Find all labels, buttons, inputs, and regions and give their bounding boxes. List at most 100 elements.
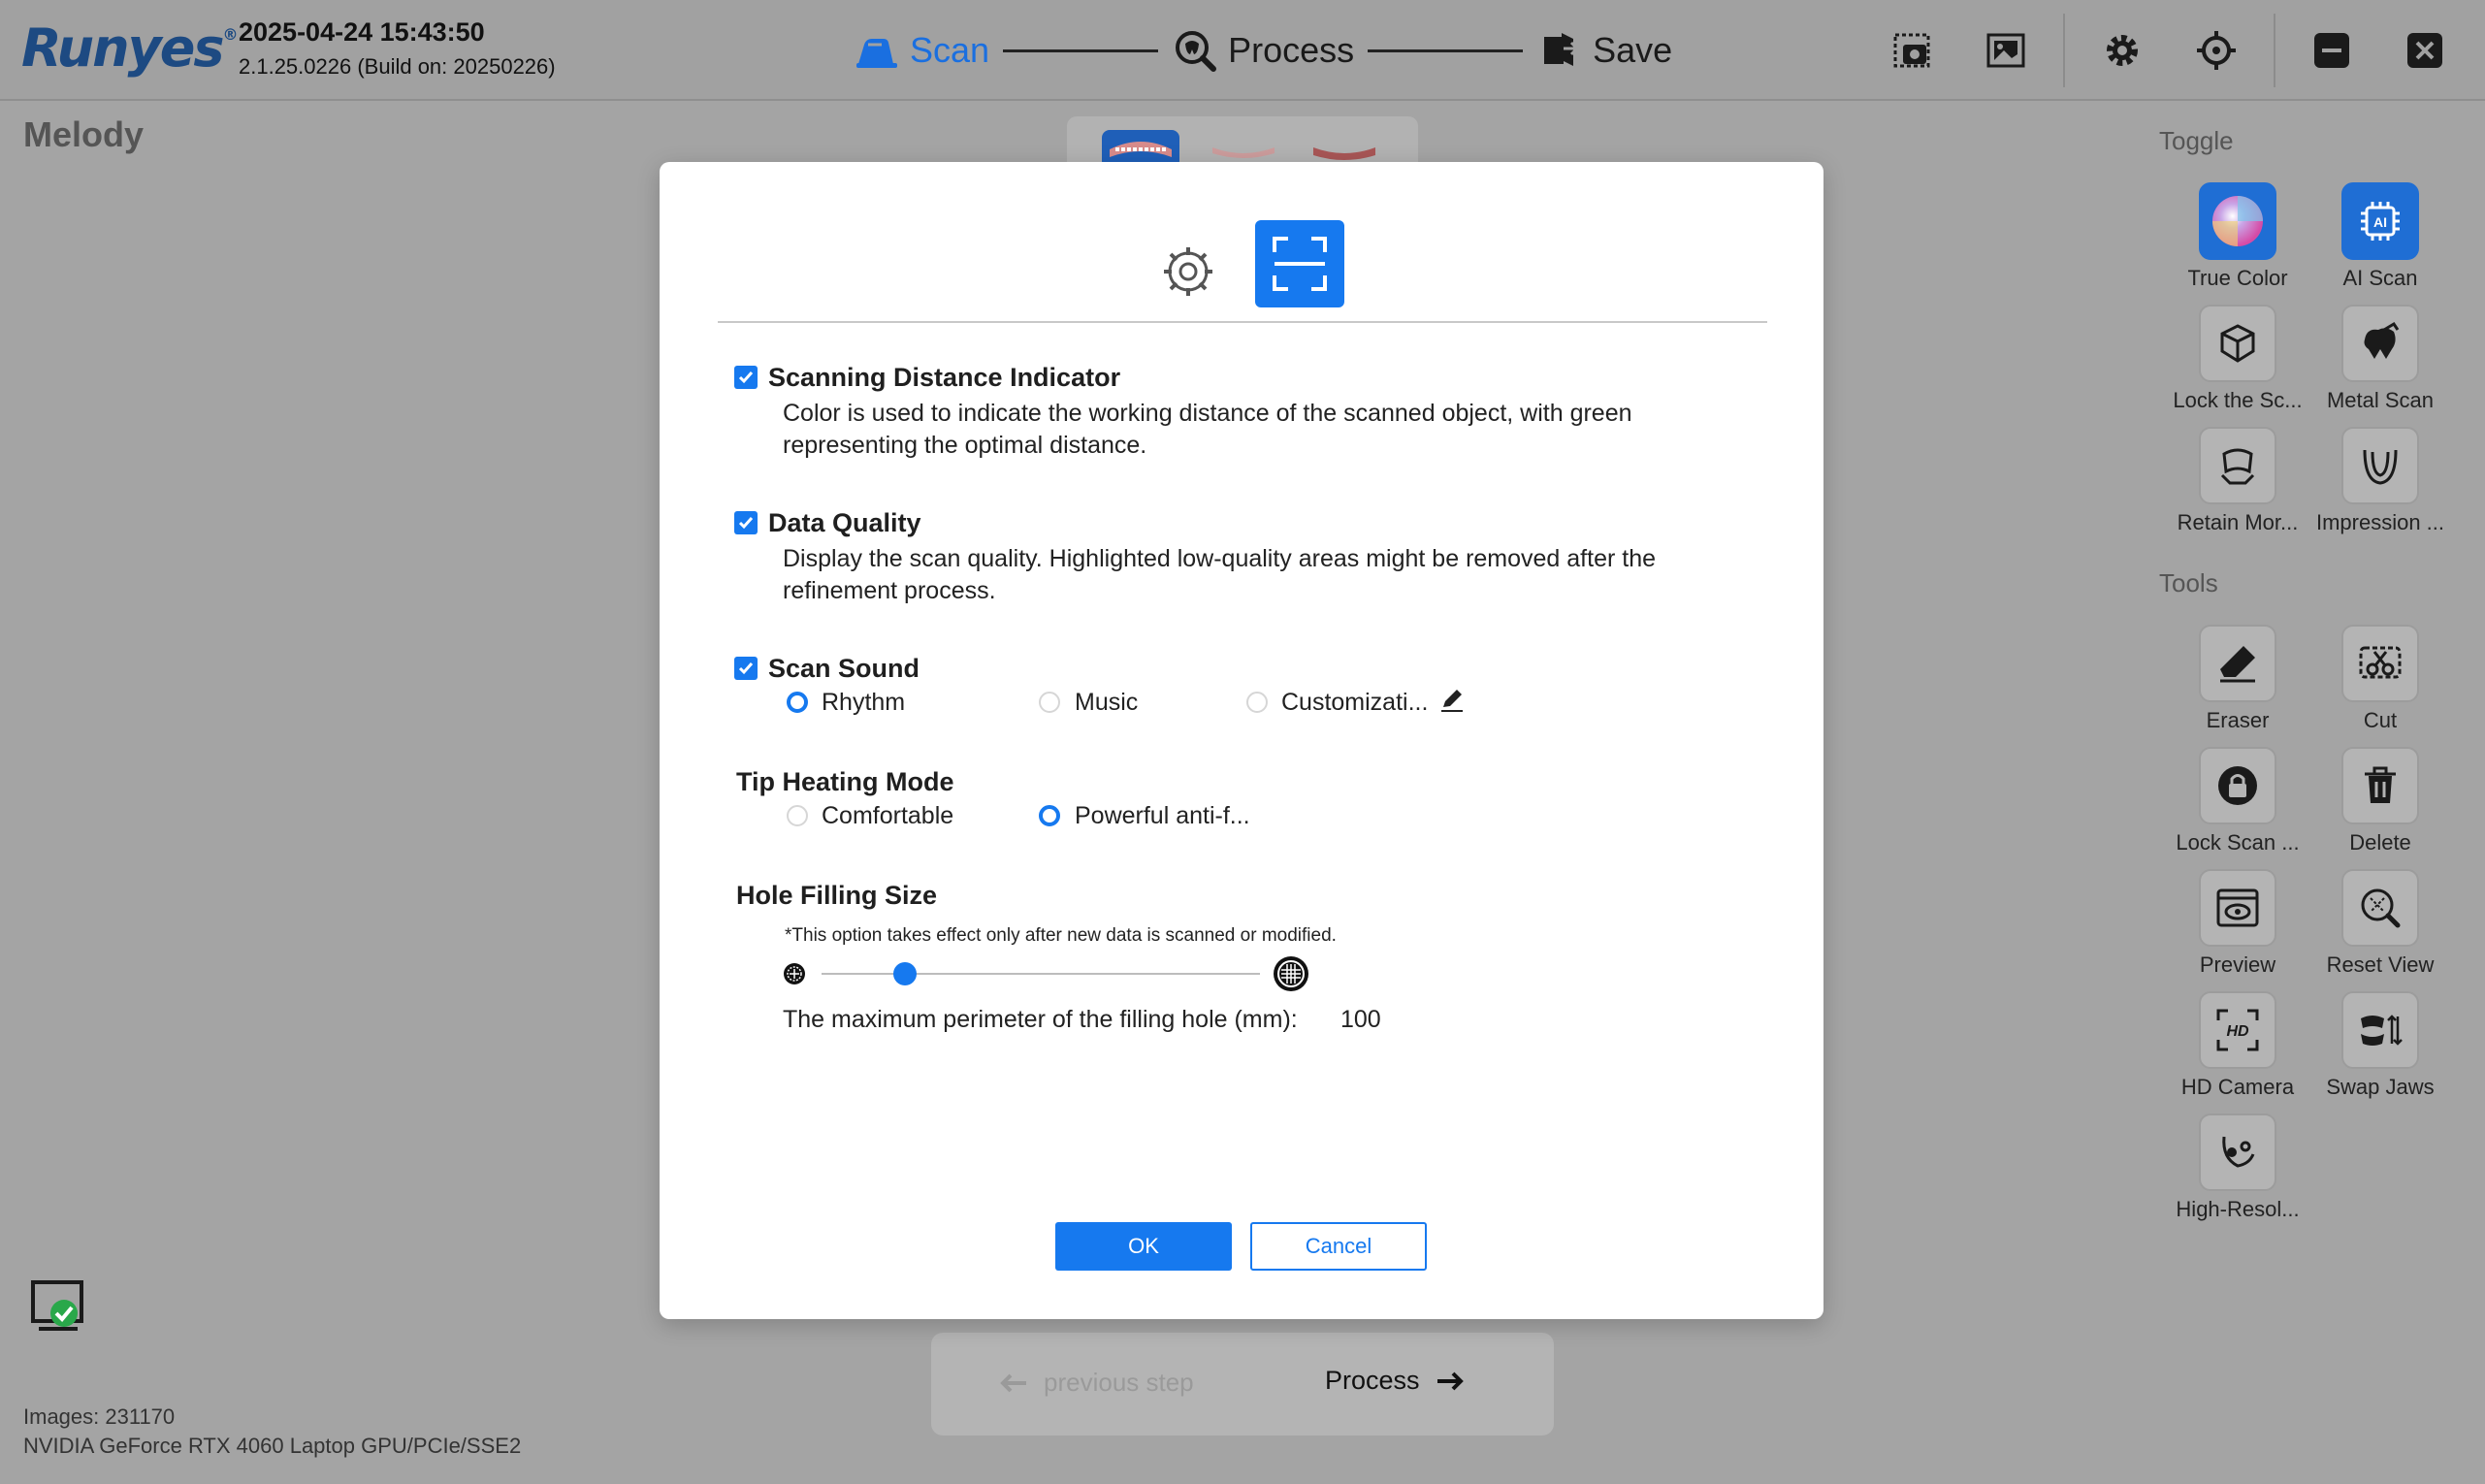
tool-label: Swap Jaws <box>2326 1075 2435 1099</box>
app-header: Runyes® 2025-04-24 15:43:50 2.1.25.0226 … <box>0 0 2485 101</box>
version-info: 2.1.25.0226 (Build on: 20250226) <box>239 54 556 79</box>
tool-cut[interactable]: Cut <box>2308 625 2453 733</box>
patient-name: Melody <box>23 114 145 154</box>
tool-label: Eraser <box>2206 708 2270 732</box>
scanning-distance-checkbox[interactable] <box>734 366 758 389</box>
hd-camera-icon: HD <box>2216 1009 2259 1051</box>
data-quality-checkbox[interactable] <box>734 511 758 534</box>
heating-powerful-label: Powerful anti-f... <box>1075 802 1250 829</box>
tab-divider <box>718 321 1767 323</box>
sound-custom-label: Customizati... <box>1281 689 1429 716</box>
hole-filling-slider-thumb[interactable] <box>892 962 917 985</box>
minimize-button[interactable] <box>2305 23 2359 78</box>
scan-settings-dialog: Scanning Distance Indicator Color is use… <box>660 162 1823 1319</box>
tool-label: High-Resol... <box>2176 1197 2300 1221</box>
toggle-lock-scan-area[interactable]: Lock the Sc... <box>2165 305 2310 413</box>
cut-icon <box>2359 646 2402 679</box>
toggle-ai-scan[interactable]: AI AI Scan <box>2308 182 2453 291</box>
step-process[interactable]: Process <box>1172 27 1354 74</box>
edit-custom-sound-button[interactable] <box>1439 688 1465 713</box>
toggle-true-color[interactable]: True Color <box>2165 182 2310 291</box>
tool-swap-jaws[interactable]: Swap Jaws <box>2308 991 2453 1100</box>
sound-music-label: Music <box>1075 689 1139 716</box>
gear-icon <box>2107 35 2138 66</box>
swap-jaws-icon <box>2361 1015 2403 1046</box>
tool-label: Lock Scan ... <box>2176 830 2300 855</box>
save-icon <box>1536 27 1583 74</box>
header-separator <box>2274 14 2275 87</box>
step-connector <box>1003 48 1159 52</box>
step-save-label: Save <box>1593 30 1673 70</box>
sound-rhythm-radio[interactable] <box>787 692 808 713</box>
heating-comfortable-radio[interactable] <box>787 805 808 826</box>
tools-heading: Tools <box>2159 568 2218 597</box>
large-hole-icon[interactable] <box>1272 954 1310 993</box>
toggle-heading: Toggle <box>2159 126 2234 155</box>
tool-label: Cut <box>2363 708 2398 732</box>
screenshot-icon <box>1893 33 1930 68</box>
preview-icon <box>2216 888 2259 927</box>
scan-sound-checkbox[interactable] <box>734 657 758 680</box>
lock-icon <box>2218 766 2257 805</box>
hole-filling-slider-track[interactable] <box>822 973 1260 975</box>
small-hole-icon[interactable] <box>782 961 807 986</box>
pencil-icon <box>1441 690 1463 712</box>
tool-reset-view[interactable]: Reset View <box>2308 869 2453 978</box>
impression-icon <box>2363 449 2398 485</box>
gear-icon <box>1164 247 1212 296</box>
header-separator <box>2063 14 2065 87</box>
ai-chip-icon: AI <box>2361 202 2400 241</box>
settings-button[interactable] <box>2095 23 2149 78</box>
toggle-retain-more[interactable]: Retain Mor... <box>2165 427 2310 535</box>
heating-powerful-radio[interactable] <box>1039 805 1060 826</box>
tool-label: Reset View <box>2326 952 2435 977</box>
runyes-logo: Runyes® <box>21 17 239 79</box>
sound-custom-radio[interactable] <box>1246 692 1268 713</box>
data-quality-title: Data Quality <box>768 508 921 537</box>
close-button[interactable] <box>2398 23 2452 78</box>
sound-rhythm-label: Rhythm <box>822 689 906 716</box>
tab-general-settings[interactable] <box>1154 238 1222 306</box>
tool-hd-camera[interactable]: HD HD Camera <box>2165 991 2310 1100</box>
tool-high-resolution[interactable]: High-Resol... <box>2165 1113 2310 1222</box>
toggle-label: True Color <box>2187 266 2288 290</box>
tab-scan-settings[interactable] <box>1255 220 1344 307</box>
eraser-icon <box>2220 646 2255 683</box>
toggle-label: Impression ... <box>2315 510 2445 534</box>
retain-tooth-icon <box>2220 448 2255 485</box>
ok-button[interactable]: OK <box>1055 1222 1232 1271</box>
tool-delete[interactable]: Delete <box>2308 747 2453 855</box>
toggle-label: Lock the Sc... <box>2173 388 2303 412</box>
cancel-button[interactable]: Cancel <box>1250 1222 1427 1271</box>
reset-view-icon <box>2361 888 2401 928</box>
arrow-left-icon <box>1000 1373 1026 1392</box>
hole-perimeter-label: The maximum perimeter of the filling hol… <box>783 1006 1298 1033</box>
magnifier-tooth-icon <box>1172 27 1218 74</box>
next-step-button[interactable]: Process <box>1325 1366 1465 1396</box>
toggle-label: Metal Scan <box>2326 388 2435 412</box>
tool-lock-scan[interactable]: Lock Scan ... <box>2165 747 2310 855</box>
close-icon <box>2407 33 2442 68</box>
scanning-distance-title: Scanning Distance Indicator <box>768 363 1121 392</box>
gallery-button[interactable] <box>1979 23 2033 78</box>
previous-step-button[interactable]: previous step <box>999 1368 1194 1398</box>
sound-music-radio[interactable] <box>1039 692 1060 713</box>
tool-eraser[interactable]: Eraser <box>2165 625 2310 733</box>
tool-preview[interactable]: Preview <box>2165 869 2310 978</box>
minimize-icon <box>2314 33 2349 68</box>
step-scan[interactable]: Scan <box>854 27 989 74</box>
previous-step-label: previous step <box>1044 1368 1194 1397</box>
heating-comfortable-label: Comfortable <box>822 802 954 829</box>
hole-filling-note: *This option takes effect only after new… <box>785 925 1337 946</box>
tool-label: Delete <box>2349 830 2411 855</box>
images-count: Images: 231170 <box>23 1404 176 1429</box>
step-scan-label: Scan <box>910 30 990 70</box>
toggle-label: Retain Mor... <box>2177 510 2299 534</box>
device-connected-icon <box>29 1278 87 1337</box>
toggle-metal-scan[interactable]: Metal Scan <box>2308 305 2453 413</box>
screenshot-button[interactable] <box>1886 23 1940 78</box>
step-save[interactable]: Save <box>1536 27 1672 74</box>
toggle-impression[interactable]: Impression ... <box>2308 427 2453 535</box>
calibrate-button[interactable] <box>2189 23 2243 78</box>
step-connector <box>1368 48 1524 52</box>
